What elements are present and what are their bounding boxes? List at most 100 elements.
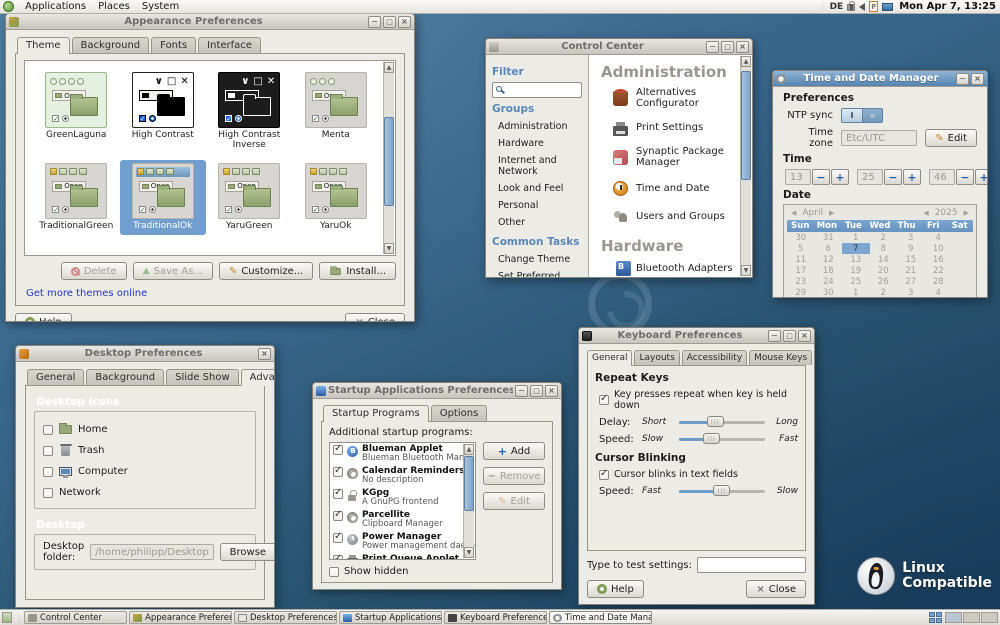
appearance-titlebar[interactable]: Appearance Preferences [6, 14, 414, 30]
task-change-theme[interactable]: Change Theme [492, 252, 582, 269]
calendar-day[interactable]: 29 [787, 287, 815, 297]
calendar-day[interactable]: 1 [842, 232, 870, 243]
control-center-titlebar[interactable]: Control Center [486, 39, 752, 55]
calendar-day[interactable]: 9 [897, 243, 925, 254]
taskbar-item-time-date-manager[interactable]: Time and Date Manager [549, 611, 652, 624]
next-month-icon[interactable] [829, 209, 834, 217]
help-button[interactable]: Help [587, 580, 644, 598]
calendar-day[interactable]: 3 [897, 287, 925, 297]
item-checkbox[interactable] [333, 467, 343, 477]
repeat-speed-slider[interactable] [679, 433, 765, 445]
item-users-and-groups[interactable]: Users and Groups [613, 209, 736, 224]
calendar-day[interactable]: 21 [897, 265, 925, 276]
close-button[interactable] [545, 385, 558, 397]
calendar-day[interactable]: 23 [787, 276, 815, 287]
group-look-and-feel[interactable]: Look and Feel [492, 181, 582, 198]
maximize-button[interactable] [721, 41, 734, 53]
minutes-decrement-button[interactable]: − [884, 169, 902, 185]
delete-theme-button[interactable]: Delete [61, 262, 127, 280]
taskbar-item-appearance[interactable]: Appearance Preferen... [129, 611, 232, 624]
taskbar-item-startup-applications[interactable]: Startup Applications P... [339, 611, 442, 624]
tab-slide-show[interactable]: Slide Show [166, 369, 239, 385]
scroll-up-icon[interactable] [464, 444, 474, 455]
tab-options[interactable]: Options [431, 405, 488, 421]
minimize-button[interactable] [768, 330, 781, 342]
trash-checkbox[interactable] [43, 446, 53, 456]
calendar-day[interactable]: 3 [897, 232, 925, 243]
taskbar-item-control-center[interactable]: Control Center [24, 611, 127, 624]
calendar-day[interactable]: 6 [815, 243, 843, 254]
maximize-button[interactable] [783, 330, 796, 342]
hours-increment-button[interactable]: + [831, 169, 849, 185]
group-administration[interactable]: Administration [492, 119, 582, 136]
control-center-scrollbar[interactable] [740, 56, 751, 276]
startup-item-print-queue[interactable]: Print Queue Applet [330, 553, 475, 560]
show-hidden-row[interactable]: Show hidden [329, 566, 545, 577]
test-settings-input[interactable] [697, 557, 806, 573]
calendar-day[interactable]: 14 [870, 254, 898, 265]
item-print-settings[interactable]: Print Settings [613, 122, 736, 133]
tab-advanced[interactable]: Advanced [241, 369, 274, 386]
menu-applications[interactable]: Applications [19, 0, 92, 14]
close-button[interactable] [398, 16, 411, 28]
item-alternatives-configurator[interactable]: Alternatives Configurator [613, 87, 736, 109]
tab-theme[interactable]: Theme [17, 37, 70, 54]
startup-item-kgpg[interactable]: KGpgA GnuPG frontend [330, 487, 475, 509]
theme-item-traditionalok-selected[interactable]: Open TraditionalOk [120, 160, 207, 235]
workspace-switcher[interactable] [929, 612, 998, 623]
blink-speed-slider[interactable] [679, 485, 765, 497]
theme-item-high-contrast-inverse[interactable]: ∨□✕ High Contrast Inverse [206, 69, 293, 154]
desktop-folder-field[interactable]: /home/philipp/Desktop [90, 544, 213, 560]
workspace-2[interactable] [963, 612, 980, 623]
maximize-button[interactable] [383, 16, 396, 28]
item-checkbox[interactable] [333, 533, 343, 543]
edit-timezone-button[interactable]: Edit [925, 129, 977, 147]
minimize-button[interactable] [956, 73, 969, 85]
minutes-increment-button[interactable]: + [903, 169, 921, 185]
speed-slider-handle[interactable] [703, 433, 720, 444]
blink-slider-handle[interactable] [713, 485, 730, 496]
calendar-day[interactable]: 17 [787, 265, 815, 276]
minimize-button[interactable] [706, 41, 719, 53]
shortcut-network[interactable]: Network [43, 487, 247, 498]
cursor-blink-checkbox[interactable] [599, 470, 609, 480]
calendar-day[interactable]: 27 [897, 276, 925, 287]
repeat-keys-checkbox[interactable] [599, 395, 609, 405]
calendar-day[interactable]: 22 [925, 265, 953, 276]
close-window-button[interactable]: ×Close [345, 313, 405, 321]
startup-list-scrollbar[interactable] [463, 444, 474, 558]
next-year-icon[interactable] [964, 209, 969, 217]
theme-item-yaruok[interactable]: Open YaruOk [293, 160, 380, 235]
timezone-field[interactable]: Etc/UTC [841, 130, 917, 146]
menu-system[interactable]: System [136, 0, 185, 14]
repeat-checkbox-row[interactable]: Key presses repeat when key is held down [599, 389, 798, 411]
calendar-day[interactable]: 24 [815, 276, 843, 287]
calendar-day[interactable]: 12 [815, 254, 843, 265]
filter-search-input[interactable] [492, 82, 582, 98]
calendar-day[interactable]: 30 [787, 232, 815, 243]
prev-year-icon[interactable] [923, 209, 928, 217]
calendar-day[interactable]: 19 [842, 265, 870, 276]
window-list-icon[interactable] [929, 612, 942, 623]
tab-layouts[interactable]: Layouts [634, 350, 679, 365]
show-desktop-button[interactable] [2, 612, 12, 623]
parcellite-tray-icon[interactable]: P [869, 1, 878, 12]
hours-value[interactable]: 13 [785, 169, 811, 185]
calendar-day[interactable]: 18 [815, 265, 843, 276]
shortcut-home[interactable]: Home [43, 424, 247, 435]
tab-fonts[interactable]: Fonts [151, 37, 196, 53]
item-synaptic-package-manager[interactable]: Synaptic Package Manager [613, 146, 736, 168]
group-personal[interactable]: Personal [492, 198, 582, 215]
keyboard-layout-indicator[interactable]: DE [830, 2, 844, 12]
theme-item-high-contrast[interactable]: ∨□✕ High Contrast [120, 69, 207, 154]
delay-slider[interactable] [679, 416, 765, 428]
customize-button[interactable]: Customize... [219, 262, 313, 280]
theme-item-greenlaguna[interactable]: Open GreenLaguna [33, 69, 120, 154]
item-bluetooth-adapters[interactable]: Bluetooth Adapters [613, 261, 736, 276]
item-checkbox[interactable] [333, 555, 343, 560]
item-checkbox[interactable] [333, 489, 343, 499]
calendar-day[interactable]: 15 [897, 254, 925, 265]
volume-icon[interactable] [859, 3, 865, 11]
item-time-and-date[interactable]: Time and Date [613, 181, 736, 196]
workspace-1[interactable] [945, 612, 962, 623]
